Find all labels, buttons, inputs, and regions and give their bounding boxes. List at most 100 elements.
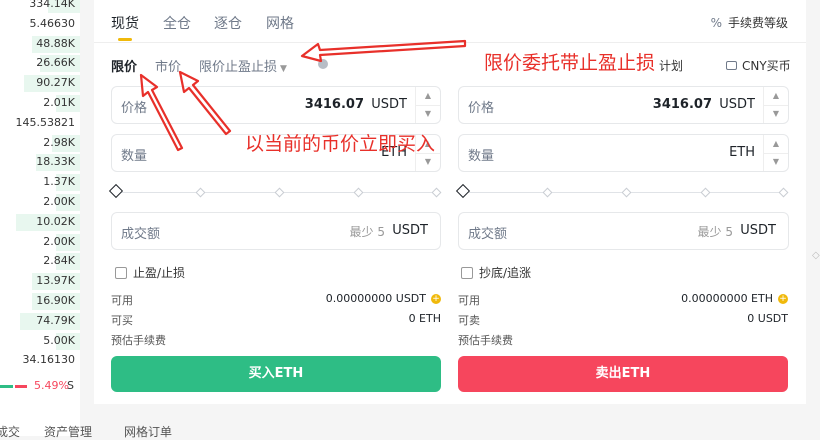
order-type-stop-limit[interactable]: 限价止盈止损 ▼	[199, 56, 287, 75]
order-book-row[interactable]: 145.53821	[0, 113, 80, 133]
order-type-limit[interactable]: 限价	[111, 56, 137, 75]
slider-knob[interactable]	[455, 183, 471, 199]
sell-total-label: 成交额	[468, 227, 508, 242]
buy-eth-button[interactable]: 买入ETH	[111, 356, 441, 392]
buy-available-label: 可用	[111, 294, 133, 307]
slider-tick[interactable]	[274, 187, 285, 198]
slider-tick[interactable]	[700, 187, 711, 198]
caret-up-icon[interactable]: ▲	[416, 87, 440, 106]
buy-amount-slider[interactable]	[108, 183, 442, 199]
order-book: 334.14K 5.46630 48.88K 26.66K 90.27K 2.01K 145…	[0, 0, 80, 436]
order-book-amount: 13.97K	[36, 274, 75, 288]
caret-up-icon[interactable]: ▲	[764, 87, 788, 106]
percent-icon: %	[710, 16, 722, 30]
slider-tick[interactable]	[778, 187, 789, 198]
buy-available-value: 0.00000000 USDT +	[326, 292, 441, 305]
sell-can-label: 可卖	[458, 314, 480, 327]
bottom-tab-assets[interactable]: 资产管理	[44, 423, 92, 440]
tab-grid[interactable]: 网格	[266, 13, 294, 33]
buy-price-stepper[interactable]: ▲ ▼	[415, 87, 440, 123]
order-book-row[interactable]: 16.90K	[0, 291, 80, 311]
order-book-amount: 18.33K	[36, 155, 75, 169]
active-tab-indicator	[118, 38, 132, 41]
caret-up-icon[interactable]: ▲	[764, 135, 788, 154]
order-book-row[interactable]: 90.27K	[0, 73, 80, 93]
checkbox-box[interactable]	[115, 266, 127, 279]
buy-available-amount: 0.00000000 USDT	[325, 292, 426, 305]
sell-price-field[interactable]: 价格 3416.07 USDT ▲ ▼	[458, 86, 789, 124]
order-book-row[interactable]: 334.14K	[0, 0, 80, 14]
sell-qty-label: 数量	[468, 149, 495, 164]
buy-tpsl-checkbox[interactable]: 止盈/止损	[115, 264, 185, 281]
caret-down-icon[interactable]: ▼	[764, 153, 788, 171]
sell-price-stepper[interactable]: ▲ ▼	[763, 87, 788, 123]
sell-qty-stepper[interactable]: ▲ ▼	[763, 135, 788, 171]
buy-price-label: 价格	[121, 101, 148, 116]
sell-eth-button[interactable]: 卖出ETH	[458, 356, 788, 392]
order-book-row[interactable]: 2.98K	[0, 133, 80, 153]
order-book-row[interactable]: 10.02K	[0, 212, 80, 232]
sell-available-label: 可用	[458, 294, 480, 307]
sell-qty-unit: ETH	[729, 145, 755, 160]
order-type-market[interactable]: 市价	[155, 56, 181, 75]
sell-ratio-bar	[15, 385, 27, 388]
order-book-row[interactable]: 5.46630	[0, 14, 80, 34]
order-book-amount: 16.90K	[36, 294, 75, 307]
cny-buy-label: CNY买币	[742, 59, 791, 73]
chevron-down-icon: ▼	[280, 64, 287, 74]
slider-tick[interactable]	[431, 187, 442, 198]
order-book-row[interactable]: 74.79K	[0, 311, 80, 331]
tab-cross[interactable]: 全仓	[163, 13, 191, 33]
sell-amount-slider[interactable]	[455, 183, 789, 199]
order-book-row[interactable]: 1.37K	[0, 172, 80, 192]
order-book-amount: 74.79K	[36, 313, 75, 327]
order-book-amount: 10.02K	[36, 214, 75, 228]
caret-down-icon[interactable]: ▼	[764, 105, 788, 123]
checkbox-box[interactable]	[461, 266, 473, 279]
caret-down-icon[interactable]: ▼	[416, 105, 440, 123]
tab-spot[interactable]: 现货	[111, 13, 139, 33]
order-book-row[interactable]: 2.84K	[0, 251, 80, 271]
buy-total-field[interactable]: 成交额 最少 5 USDT	[111, 212, 441, 250]
bottom-tab-grid-orders[interactable]: 网格订单	[124, 423, 172, 440]
sell-dip-checkbox[interactable]: 抄底/追涨	[461, 264, 531, 281]
buy-price-value: 3416.07	[304, 97, 364, 112]
buy-fee-label: 预估手续费	[111, 334, 166, 347]
plus-coin-icon[interactable]: +	[778, 294, 788, 304]
info-icon[interactable]	[318, 59, 328, 69]
fee-level-link[interactable]: % 手续费等级	[711, 14, 788, 31]
order-book-row[interactable]: 26.66K	[0, 53, 80, 73]
order-book-row[interactable]: 2.00K	[0, 192, 80, 212]
lock-icon	[726, 61, 737, 70]
bottom-tab-trades[interactable]: 成交	[0, 423, 20, 440]
buy-price-field[interactable]: 价格 3416.07 USDT ▲ ▼	[111, 86, 441, 124]
slider-tick[interactable]	[353, 187, 364, 198]
panel-edge-marker: ◇	[812, 250, 820, 261]
tab-isolated[interactable]: 逐仓	[214, 13, 242, 33]
sell-total-field[interactable]: 成交额 最少 5 USDT	[458, 212, 789, 250]
order-book-row[interactable]: 2.01K	[0, 93, 80, 113]
slider-tick[interactable]	[621, 187, 632, 198]
order-book-row[interactable]: 2.00K	[0, 232, 80, 252]
sell-dip-label: 抄底/追涨	[479, 266, 532, 280]
buy-ratio-bar	[0, 385, 13, 388]
stop-limit-label: 限价止盈止损	[199, 60, 278, 75]
slider-tick[interactable]	[195, 187, 206, 198]
order-book-amount: 2.00K	[43, 234, 75, 248]
order-book-row[interactable]: 18.33K	[0, 152, 80, 172]
order-book-row[interactable]: 5.00K	[0, 331, 80, 351]
plus-coin-icon[interactable]: +	[431, 294, 441, 304]
order-book-row[interactable]: 34.16130	[0, 350, 80, 370]
plan-link[interactable]: 计划	[659, 57, 683, 74]
order-book-row[interactable]: 13.97K	[0, 271, 80, 291]
slider-knob[interactable]	[108, 183, 124, 199]
sell-qty-field[interactable]: 数量 ETH ▲ ▼	[458, 134, 789, 172]
order-book-row[interactable]: 48.88K	[0, 34, 80, 54]
cny-buy-link[interactable]: CNY买币	[726, 57, 791, 74]
buy-price-unit: USDT	[371, 97, 407, 112]
order-book-amount: 34.16130	[22, 353, 76, 367]
sell-available-amount: 0.00000000 ETH	[681, 292, 773, 305]
order-book-amount: 145.53821	[15, 115, 76, 129]
buy-can-label: 可买	[111, 314, 133, 327]
slider-tick[interactable]	[542, 187, 553, 198]
